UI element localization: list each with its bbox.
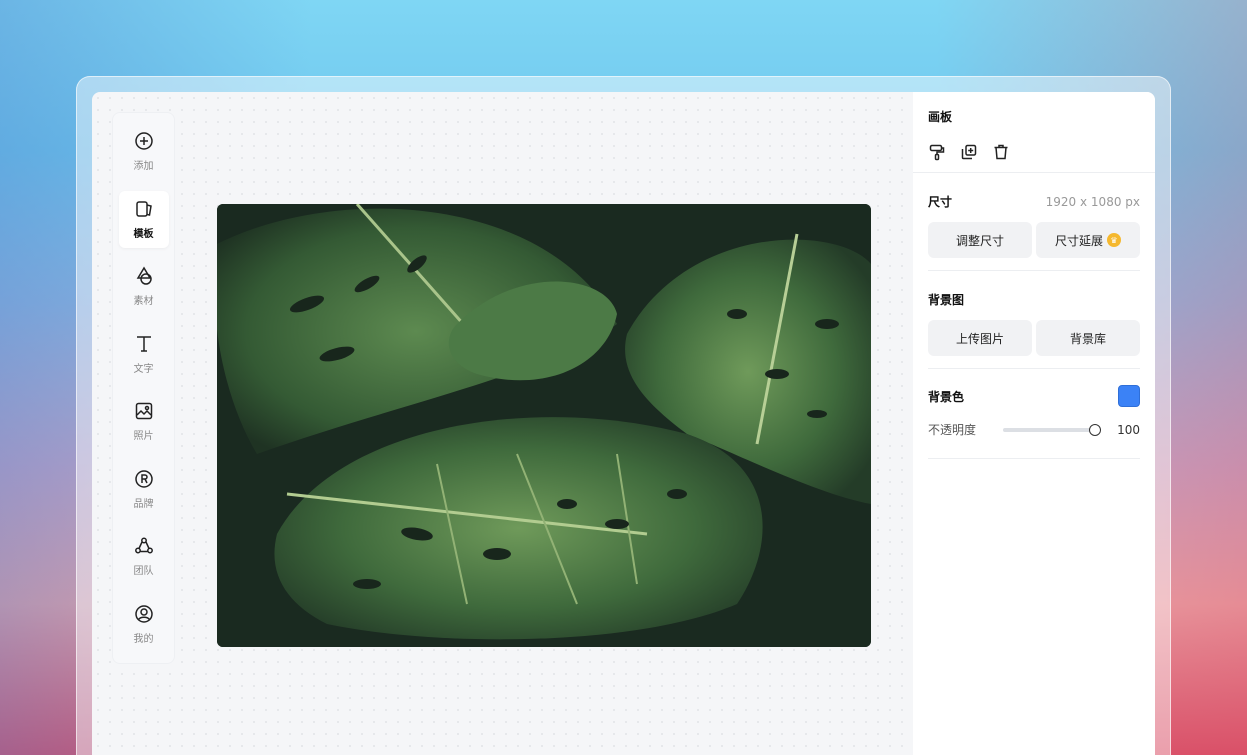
editor-window: 添加 模板 素材 文字 照片 品牌 团队 我的 画板 尺寸 1920 x 108… xyxy=(92,92,1155,755)
tool-label: 添加 xyxy=(133,161,154,173)
template-icon xyxy=(135,201,152,217)
background-image-section: 背景图 上传图片 背景库 xyxy=(928,271,1140,369)
background-color-swatch[interactable] xyxy=(1118,385,1140,407)
upload-image-button-label: 上传图片 xyxy=(955,331,1004,346)
format-painter-icon[interactable] xyxy=(928,143,946,161)
upload-image-button[interactable]: 上传图片 xyxy=(928,320,1032,356)
tool-team[interactable]: 团队 xyxy=(119,528,169,586)
background-color-label: 背景色 xyxy=(928,389,965,404)
opacity-label: 不透明度 xyxy=(928,423,977,437)
background-color-section: 背景色 不透明度 100 xyxy=(928,369,1140,459)
size-extend-button[interactable]: 尺寸延展 ♛ xyxy=(1036,222,1140,258)
text-icon xyxy=(136,336,151,352)
tool-label: 模板 xyxy=(133,228,154,240)
resize-button-label: 调整尺寸 xyxy=(955,233,1004,248)
size-section: 尺寸 1920 x 1080 px 调整尺寸 尺寸延展 ♛ xyxy=(928,173,1140,271)
tool-label: 团队 xyxy=(133,566,154,578)
tool-materials[interactable]: 素材 xyxy=(119,258,169,316)
tool-brand[interactable]: 品牌 xyxy=(119,461,169,519)
tool-label: 我的 xyxy=(133,633,154,645)
panel-title: 画板 xyxy=(928,110,953,124)
crown-icon: ♛ xyxy=(1107,233,1121,247)
tool-template[interactable]: 模板 xyxy=(118,190,169,248)
background-image-label: 背景图 xyxy=(928,293,965,307)
monstera-leaves-image xyxy=(217,204,871,647)
resize-button[interactable]: 调整尺寸 xyxy=(928,222,1032,258)
properties-panel: 画板 尺寸 1920 x 1080 px 调整尺寸 尺寸延展 ♛ 背景图 上传图… xyxy=(913,92,1155,755)
background-library-button-label: 背景库 xyxy=(1069,331,1106,346)
tool-add[interactable]: 添加 xyxy=(119,123,169,181)
shapes-icon xyxy=(136,266,152,285)
background-library-button[interactable]: 背景库 xyxy=(1036,320,1140,356)
tool-label: 素材 xyxy=(133,296,154,308)
tool-text[interactable]: 文字 xyxy=(119,326,169,384)
opacity-value: 100 xyxy=(1117,422,1140,437)
size-value: 1920 x 1080 px xyxy=(1045,194,1140,209)
user-icon xyxy=(134,605,153,623)
brand-icon xyxy=(134,470,153,488)
left-toolbar: 添加 模板 素材 文字 照片 品牌 团队 我的 xyxy=(112,112,175,664)
opacity-slider[interactable] xyxy=(1003,423,1102,436)
panel-header: 画板 xyxy=(913,92,1155,173)
trash-icon[interactable] xyxy=(992,143,1010,161)
tool-label: 照片 xyxy=(133,431,154,443)
photo-icon xyxy=(135,403,152,420)
tool-photos[interactable]: 照片 xyxy=(119,393,169,451)
team-icon xyxy=(134,537,153,554)
size-label: 尺寸 xyxy=(928,195,953,209)
size-extend-button-label: 尺寸延展 xyxy=(1054,233,1103,248)
tool-label: 文字 xyxy=(133,363,154,375)
duplicate-icon[interactable] xyxy=(960,143,978,161)
opacity-slider-handle[interactable] xyxy=(1089,423,1102,436)
plus-circle-icon xyxy=(134,132,153,150)
tool-label: 品牌 xyxy=(133,498,154,510)
tool-mine[interactable]: 我的 xyxy=(119,596,169,654)
artboard-actions xyxy=(928,143,1139,161)
canvas-artboard-image[interactable] xyxy=(217,204,871,647)
